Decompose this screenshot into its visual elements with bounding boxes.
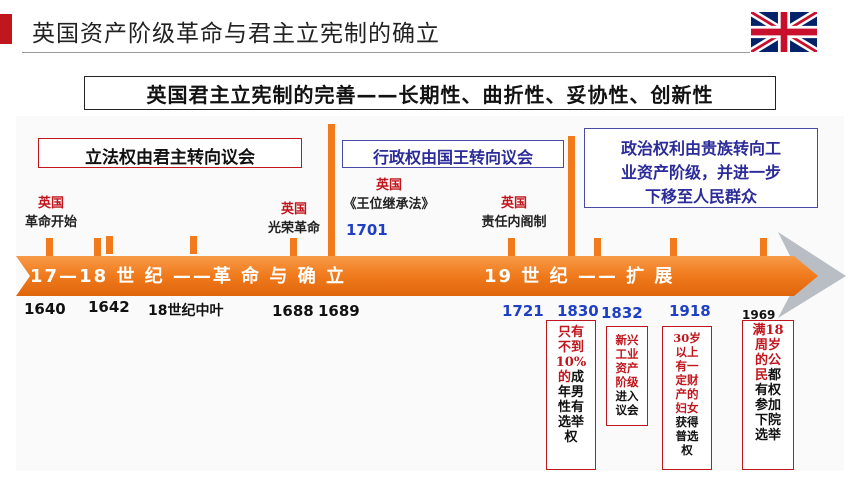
note-1830-line-6: 性有 — [557, 400, 584, 415]
note-1969: 满18 周岁 的公 民都 有权 参加 下院 选举 — [742, 320, 794, 470]
note-1969-line-8: 选举 — [754, 428, 781, 443]
event-cabinet-system-body: 责任内阁制 — [481, 215, 547, 230]
note-1830-line-8: 权 — [564, 430, 578, 445]
phase-legislative-label: 立法权由君主转向议会 — [85, 148, 255, 168]
year-1688: 1688 — [272, 302, 314, 320]
event-glorious-revolution-head: 英国 — [280, 202, 307, 217]
event-act-of-settlement-head: 英国 — [375, 178, 402, 193]
title-accent-bar — [0, 14, 12, 44]
year-1689: 1689 — [318, 302, 360, 320]
year-mid18: 18世纪中叶 — [148, 303, 224, 319]
note-1830-line-2: 不到 — [557, 340, 584, 355]
band-label-left: 17—18 世 纪 ——革 命 与 确 立 — [30, 266, 346, 287]
note-1830-line-3: 10% — [555, 355, 587, 370]
note-1832-line-4: 阶级 — [615, 375, 639, 389]
band-label-right: 19 世 纪 —— 扩 展 — [484, 266, 675, 287]
year-1918: 1918 — [669, 302, 711, 320]
union-jack-flag-icon — [751, 12, 817, 52]
note-1832-line-1: 新兴 — [615, 333, 639, 347]
year-1721: 1721 — [502, 302, 544, 320]
note-1969-line-3: 的公 — [754, 353, 781, 368]
note-1830-line-4: 的成 — [557, 370, 585, 385]
year-1832: 1832 — [601, 304, 643, 322]
note-1832-line-6: 议会 — [615, 403, 639, 417]
tick-1918 — [670, 238, 677, 256]
note-1832: 新兴 工业 资产 阶级 进入 议会 — [606, 326, 648, 426]
note-1830: 只有 不到 10% 的成 年男 性有 选举 权 — [546, 320, 596, 470]
note-1918-line-8: 普选 — [675, 429, 699, 443]
year-1642: 1642 — [88, 298, 130, 316]
note-1918-line-9: 权 — [681, 443, 693, 457]
note-1832-line-3: 资产 — [615, 361, 639, 375]
note-1830-line-7: 选举 — [557, 415, 584, 430]
phase-political-box: 政治权利由贵族转向工 业资产阶级，并进一步 下移至人民群众 — [584, 128, 818, 208]
note-1918-line-4: 定财 — [675, 373, 699, 387]
event-act-of-settlement: 英国 《王位继承法》 — [338, 174, 440, 212]
note-1918-line-5: 产的 — [675, 387, 699, 401]
year-1830: 1830 — [557, 302, 599, 320]
phase-executive-label: 行政权由国王转向议会 — [372, 148, 533, 167]
event-revolution-start-body: 革命开始 — [24, 215, 77, 230]
note-1918-line-1: 30岁 — [673, 331, 701, 345]
subtitle-text: 英国君主立宪制的完善——长期性、曲折性、妥协性、创新性 — [146, 83, 714, 107]
tick-1640 — [46, 238, 53, 256]
tick-1642b — [106, 236, 113, 254]
page-title: 英国资产阶级革命与君主立宪制的确立 — [32, 21, 440, 47]
tick-1832 — [594, 238, 601, 256]
note-1969-line-2: 周岁 — [754, 338, 781, 353]
phase-political-line2: 业资产阶级，并进一步 — [620, 163, 781, 182]
note-1918: 30岁 以上 有一 定财 产的 妇女 获得 普选 权 — [662, 326, 712, 470]
tick-1688 — [290, 238, 297, 256]
note-1918-line-2: 以上 — [675, 345, 699, 359]
note-1969-line-4: 民都 — [754, 368, 782, 383]
title-underline — [22, 52, 750, 53]
year-1701: 1701 — [346, 221, 388, 239]
phase-political-line1: 政治权利由贵族转向工 — [620, 139, 781, 158]
event-cabinet-system: 英国 责任内阁制 — [472, 192, 556, 230]
phase-divider-2 — [568, 136, 575, 256]
tick-1642a — [94, 238, 101, 256]
tick-1969 — [760, 238, 767, 256]
tick-mid18 — [190, 236, 197, 254]
note-1918-line-7: 获得 — [675, 415, 699, 429]
year-1640: 1640 — [24, 300, 66, 318]
note-1832-line-2: 工业 — [615, 347, 639, 361]
note-1918-line-3: 有一 — [675, 359, 699, 373]
note-1832-line-5: 进入 — [615, 389, 639, 403]
event-cabinet-system-head: 英国 — [500, 196, 527, 211]
phase-divider-1 — [328, 124, 335, 256]
phase-legislative-box: 立法权由君主转向议会 — [38, 138, 302, 168]
note-1830-line-1: 只有 — [557, 325, 584, 340]
event-glorious-revolution: 英国 光荣革命 — [256, 198, 332, 236]
note-1830-line-5: 年男 — [557, 385, 584, 400]
tick-1721 — [508, 238, 515, 256]
event-act-of-settlement-body: 《王位继承法》 — [343, 197, 435, 212]
phase-political-line3: 下移至人民群众 — [644, 187, 757, 206]
event-glorious-revolution-body: 光荣革命 — [267, 221, 320, 236]
note-1969-line-7: 下院 — [754, 413, 781, 428]
note-1969-line-6: 参加 — [754, 398, 781, 413]
note-1918-line-6: 妇女 — [675, 401, 699, 415]
event-revolution-start: 英国 革命开始 — [14, 192, 88, 230]
event-revolution-start-head: 英国 — [37, 196, 64, 211]
subtitle-box: 英国君主立宪制的完善——长期性、曲折性、妥协性、创新性 — [84, 76, 776, 110]
title-bar: 英国资产阶级革命与君主立宪制的确立 — [0, 0, 860, 58]
note-1969-line-1: 满18 — [752, 323, 784, 338]
phase-executive-box: 行政权由国王转向议会 — [342, 140, 564, 168]
note-1969-line-5: 有权 — [754, 383, 781, 398]
